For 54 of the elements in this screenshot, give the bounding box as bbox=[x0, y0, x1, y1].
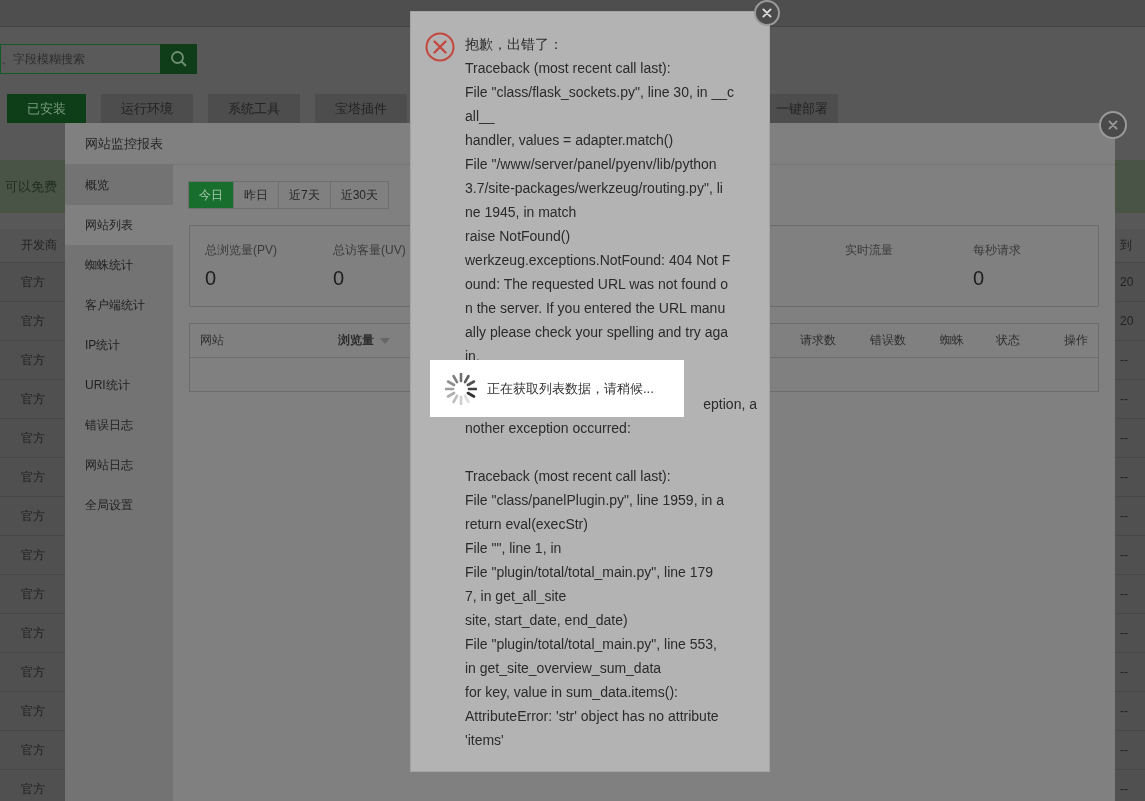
error-text-line: 'items' bbox=[465, 732, 504, 748]
column-header: 请求数 bbox=[800, 332, 837, 349]
error-text-line: in get_site_overview_sum_data bbox=[465, 660, 662, 676]
table-cell-text: -- bbox=[1120, 743, 1129, 757]
error-text-line: AttributeError: 'str' object has no attribute bbox=[465, 708, 719, 724]
error-text-line: Traceback (most recent call last): bbox=[465, 468, 671, 484]
column-header: 错误数 bbox=[870, 332, 907, 349]
error-text-line: raise NotFound() bbox=[465, 228, 571, 244]
table-cell-text: -- bbox=[1120, 392, 1129, 406]
stat-label: 每秒请求 bbox=[973, 242, 1021, 259]
error-text-line: all__ bbox=[465, 108, 495, 124]
stat-label: 总浏览量(PV) bbox=[205, 242, 277, 259]
stat-value: 0 bbox=[973, 267, 985, 290]
error-text-line: site, start_date, end_date) bbox=[465, 612, 628, 628]
error-text-line: 3.7/site-packages/werkzeug/routing.py", li bbox=[465, 180, 723, 196]
table-cell-text: -- bbox=[1120, 587, 1129, 601]
error-text-line: ound: The requested URL was not found o bbox=[465, 276, 729, 292]
error-text-line: n the server. If you entered the URL manu bbox=[465, 300, 726, 316]
table-cell-text: -- bbox=[1120, 782, 1129, 796]
error-text-line: File "/www/server/panel/pyenv/lib/python bbox=[465, 156, 717, 172]
error-text-line: File "plugin/total/total_main.py", line 553, bbox=[465, 636, 717, 652]
error-text-line: Traceback (most recent call last): bbox=[465, 60, 671, 76]
error-text-line: 7, in get_all_site bbox=[465, 588, 567, 604]
table-cell-text: -- bbox=[1120, 626, 1129, 640]
column-header: 网站 bbox=[200, 332, 225, 349]
error-text-line: ally please check your spelling and try aga bbox=[465, 324, 729, 340]
error-text-line: 抱歉，出错了： bbox=[465, 36, 563, 52]
stat-value: 0 bbox=[205, 267, 217, 290]
dialog-title: 网站监控报表 bbox=[85, 134, 163, 153]
stat-value: 0 bbox=[333, 267, 345, 290]
error-text-line: nother exception occurred: bbox=[465, 420, 631, 436]
table-cell-text: -- bbox=[1120, 353, 1129, 367]
error-text-line: for key, value in sum_data.items(): bbox=[465, 684, 678, 700]
stat-label: 实时流量 bbox=[845, 242, 893, 259]
column-header: 蜘蛛 bbox=[940, 332, 965, 349]
table-cell-text: -- bbox=[1120, 431, 1129, 445]
table-cell-text: -- bbox=[1120, 509, 1129, 523]
error-text-line: eption, a bbox=[703, 396, 757, 412]
table-cell-text: -- bbox=[1120, 470, 1129, 484]
error-text-line: ne 1945, in match bbox=[465, 204, 577, 220]
table-cell-text: -- bbox=[1120, 704, 1129, 718]
error-text-line: handler, values = adapter.match() bbox=[465, 132, 674, 148]
table-cell-text: -- bbox=[1120, 548, 1129, 562]
error-text-line: return eval(execStr) bbox=[465, 516, 588, 532]
error-text-line: File "class/panelPlugin.py", line 1959, in a bbox=[465, 492, 724, 508]
error-text-line: File "", line 1, in bbox=[465, 540, 562, 556]
table-cell-text: -- bbox=[1120, 665, 1129, 679]
column-header: 状态 bbox=[996, 332, 1021, 349]
error-text-line: File "class/flask_sockets.py", line 30, in __c bbox=[465, 84, 735, 100]
stat-label: 总访客量(UV) bbox=[333, 242, 406, 259]
column-header: 操作 bbox=[1064, 332, 1088, 349]
loading-text: 正在获取列表数据，请稍候... bbox=[487, 379, 654, 398]
error-text-line: File "plugin/total/total_main.py", line 179 bbox=[465, 564, 714, 580]
error-text-line: werkzeug.exceptions.NotFound: 404 Not F bbox=[465, 252, 731, 268]
